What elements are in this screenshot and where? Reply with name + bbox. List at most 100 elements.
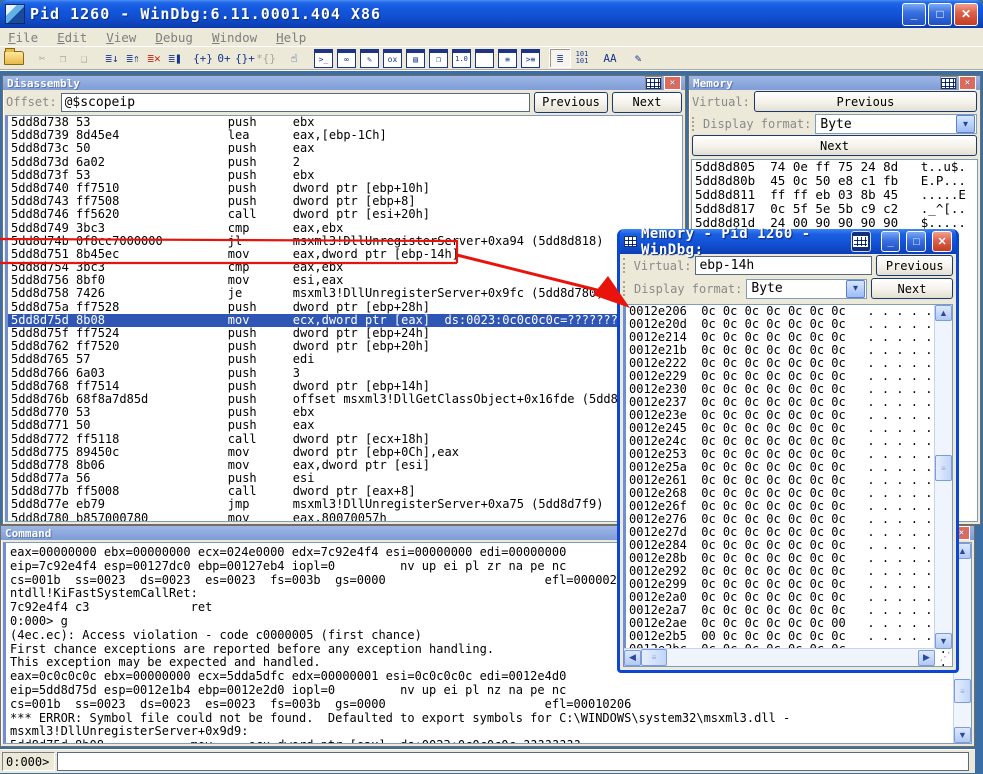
grid-icon <box>941 77 956 89</box>
drag-handle[interactable] <box>623 281 630 296</box>
command-line: cs=001b ss=0023 ds=0023 es=0023 fs=003b … <box>10 696 632 711</box>
memory-docked-close-icon[interactable]: ✕ <box>959 76 976 90</box>
chevron-down-icon[interactable]: ▾ <box>956 115 975 133</box>
dock-icon[interactable] <box>645 76 662 90</box>
dock-icon[interactable] <box>940 76 957 90</box>
callstack-window-icon[interactable]: ❒ <box>429 48 448 68</box>
memory-window-icon[interactable]: ▤ <box>406 48 425 68</box>
disassembly-next-button[interactable]: Next <box>612 91 682 113</box>
options-icon[interactable]: ✎ <box>628 49 648 67</box>
memory-hscrollbar[interactable]: ◀ ≡ ▶ <box>624 648 935 666</box>
command-shell-icon[interactable]: >≡ <box>521 48 540 68</box>
registers-window-icon[interactable]: ox <box>383 48 402 68</box>
drag-handle[interactable] <box>623 258 630 273</box>
disasm-line[interactable]: 5dd8d768 ff7514 push dword ptr [ebp+14h] <box>8 379 682 393</box>
scroll-down-icon[interactable]: ▼ <box>935 633 952 649</box>
chevron-down-icon[interactable]: ▾ <box>846 279 865 298</box>
disasm-line[interactable]: 5dd8d758 7426 je msxml3!DllUnregisterSer… <box>8 287 682 300</box>
cut-icon[interactable]: ✂ <box>32 49 52 67</box>
breakpoint-hand-icon[interactable]: ☝ <box>284 49 304 67</box>
disasm-line[interactable]: 5dd8d75a ff7528 push dword ptr [ebp+28h] <box>8 300 682 314</box>
app-icon <box>5 4 25 24</box>
dock-icon[interactable] <box>850 231 871 252</box>
step-over-icon[interactable]: 0+ <box>214 49 234 67</box>
memory-row[interactable]: 5dd8d817 0c 5f 5e 5b c9 c2 ._^[.. <box>692 202 977 216</box>
memory-row[interactable]: 5dd8d805 74 0e ff 75 24 8d t..u$. <box>692 160 977 174</box>
memory-floating-next-button[interactable]: Next <box>871 278 953 299</box>
scroll-thumb[interactable]: ≡ <box>935 455 952 481</box>
memory-docked-title-bar[interactable]: Memory ✕ <box>689 76 980 90</box>
scroll-down-icon[interactable]: ▼ <box>954 727 971 743</box>
maximize-button[interactable]: □ <box>928 2 952 26</box>
disasm-line[interactable]: 5dd8d73d 6a02 push 2 <box>8 155 682 169</box>
step-out-icon[interactable]: {}+ <box>235 49 255 67</box>
maximize-icon[interactable]: □ <box>906 231 927 252</box>
virtual-input[interactable] <box>695 256 873 275</box>
display-format-combo[interactable]: Byte ▾ <box>815 114 977 134</box>
copy-icon[interactable]: ❐ <box>53 49 73 67</box>
memory-vscrollbar[interactable]: ▲ ≡ ▼ <box>934 305 952 649</box>
disassembly-previous-button[interactable]: Previous <box>534 91 608 113</box>
disasm-line[interactable]: 5dd8d74b 0f8cc7000000 jl msxml3!DllUnreg… <box>8 234 682 248</box>
disassembly-window-icon[interactable]: 1.0 <box>452 48 471 68</box>
watch-window-icon[interactable]: ∞ <box>337 48 356 68</box>
disasm-line[interactable]: 5dd8d73c 50 push eax <box>8 142 682 155</box>
scroll-up-icon[interactable]: ▲ <box>935 305 952 321</box>
run-to-cursor-icon[interactable]: *{} <box>256 49 276 67</box>
close-button[interactable]: ✕ <box>954 2 978 26</box>
scroll-thumb[interactable]: ≡ <box>641 649 667 666</box>
disasm-line[interactable]: 5dd8d765 57 push edi <box>8 353 682 366</box>
step-into-icon[interactable]: {+} <box>193 49 213 67</box>
font-icon[interactable]: AA <box>600 49 620 67</box>
menu-help[interactable]: Help <box>276 30 306 45</box>
disasm-line[interactable]: 5dd8d73f 53 push ebx <box>8 168 682 182</box>
command-input[interactable] <box>57 752 969 771</box>
source-mode-icon[interactable]: ≣ <box>549 48 571 68</box>
memory-row[interactable]: 5dd8d811 ff ff eb 03 8b 45 .....E <box>692 188 977 202</box>
minimize-button[interactable]: _ <box>902 2 926 26</box>
menu-debug[interactable]: Debug <box>155 30 193 45</box>
offset-input[interactable] <box>60 92 530 112</box>
locals-window-icon[interactable]: ✎ <box>360 48 379 68</box>
disasm-line[interactable]: 5dd8d772 ff5118 call dword ptr [ecx+18h] <box>8 432 682 446</box>
drag-handle[interactable] <box>692 117 699 131</box>
disasm-line[interactable]: 5dd8d771 50 push eax <box>8 419 682 432</box>
processes-window-icon[interactable]: ≡ <box>498 48 517 68</box>
menu-edit[interactable]: Edit <box>57 30 87 45</box>
number-format-icon[interactable]: 101 101 <box>572 49 592 67</box>
disasm-line[interactable]: 5dd8d775 89450c mov dword ptr [ebp+0Ch],… <box>8 445 682 459</box>
menu-file[interactable]: File <box>8 30 38 45</box>
menu-view[interactable]: View <box>106 30 136 45</box>
disasm-line[interactable]: 5dd8d780 b857000780 mov eax,80070057h <box>8 511 682 521</box>
paste-icon[interactable]: ❑ <box>74 49 94 67</box>
memory-floating-previous-button[interactable]: Previous <box>876 255 953 276</box>
memory-row[interactable]: 5dd8d80b 45 0c 50 e8 c1 fb E.P... <box>692 174 977 188</box>
disassembly-pane[interactable]: 5dd8d738 53 push ebx 5dd8d739 8d45e4 lea … <box>5 115 683 522</box>
memory-floating-pane[interactable]: 0012e206 0c 0c 0c 0c 0c 0c 0c . . . . . … <box>623 304 953 667</box>
title-bar[interactable]: Pid 1260 - WinDbg:6.11.0001.404 X86 _ □ … <box>0 0 983 28</box>
memory-floating-title-bar[interactable]: Memory - Pid 1260 - WinDbg: _ □ ✕ <box>620 226 956 258</box>
go-icon[interactable]: ≣↓ <box>102 49 122 67</box>
menu-window[interactable]: Window <box>212 30 257 45</box>
scroll-left-icon[interactable]: ◀ <box>624 649 641 666</box>
resize-grip[interactable]: ⋰ <box>937 650 953 667</box>
scroll-thumb[interactable]: ≡ <box>954 679 971 703</box>
disassembly-close-icon[interactable]: ✕ <box>664 76 681 90</box>
scratchpad-window-icon[interactable] <box>475 48 494 68</box>
memory-docked-previous-button[interactable]: Previous <box>753 91 977 112</box>
disasm-line[interactable]: 5dd8d749 3bc3 cmp eax,ebx <box>8 221 682 235</box>
stop-debugging-icon[interactable]: ≣✕ <box>144 49 164 67</box>
restart-icon[interactable]: ≣⇑ <box>123 49 143 67</box>
minimize-icon[interactable]: _ <box>880 231 901 252</box>
disassembly-title-bar[interactable]: Disassembly ✕ <box>3 76 685 90</box>
disasm-line[interactable]: 5dd8d77e eb79 jmp msxml3!DllUnregisterSe… <box>8 498 682 511</box>
disasm-line[interactable]: 5dd8d746 ff5620 call dword ptr [esi+20h] <box>8 208 682 221</box>
open-source-file-icon[interactable] <box>4 48 24 67</box>
break-icon[interactable]: ≣❚ <box>165 49 185 67</box>
close-icon[interactable]: ✕ <box>932 231 952 252</box>
command-window-icon[interactable]: >_ <box>314 48 333 68</box>
memory-docked-next-button[interactable]: Next <box>692 135 977 156</box>
disasm-line[interactable]: 5dd8d766 6a03 push 3 <box>8 366 682 380</box>
scroll-right-icon[interactable]: ▶ <box>918 649 935 666</box>
display-format-combo[interactable]: Byte ▾ <box>746 278 867 299</box>
